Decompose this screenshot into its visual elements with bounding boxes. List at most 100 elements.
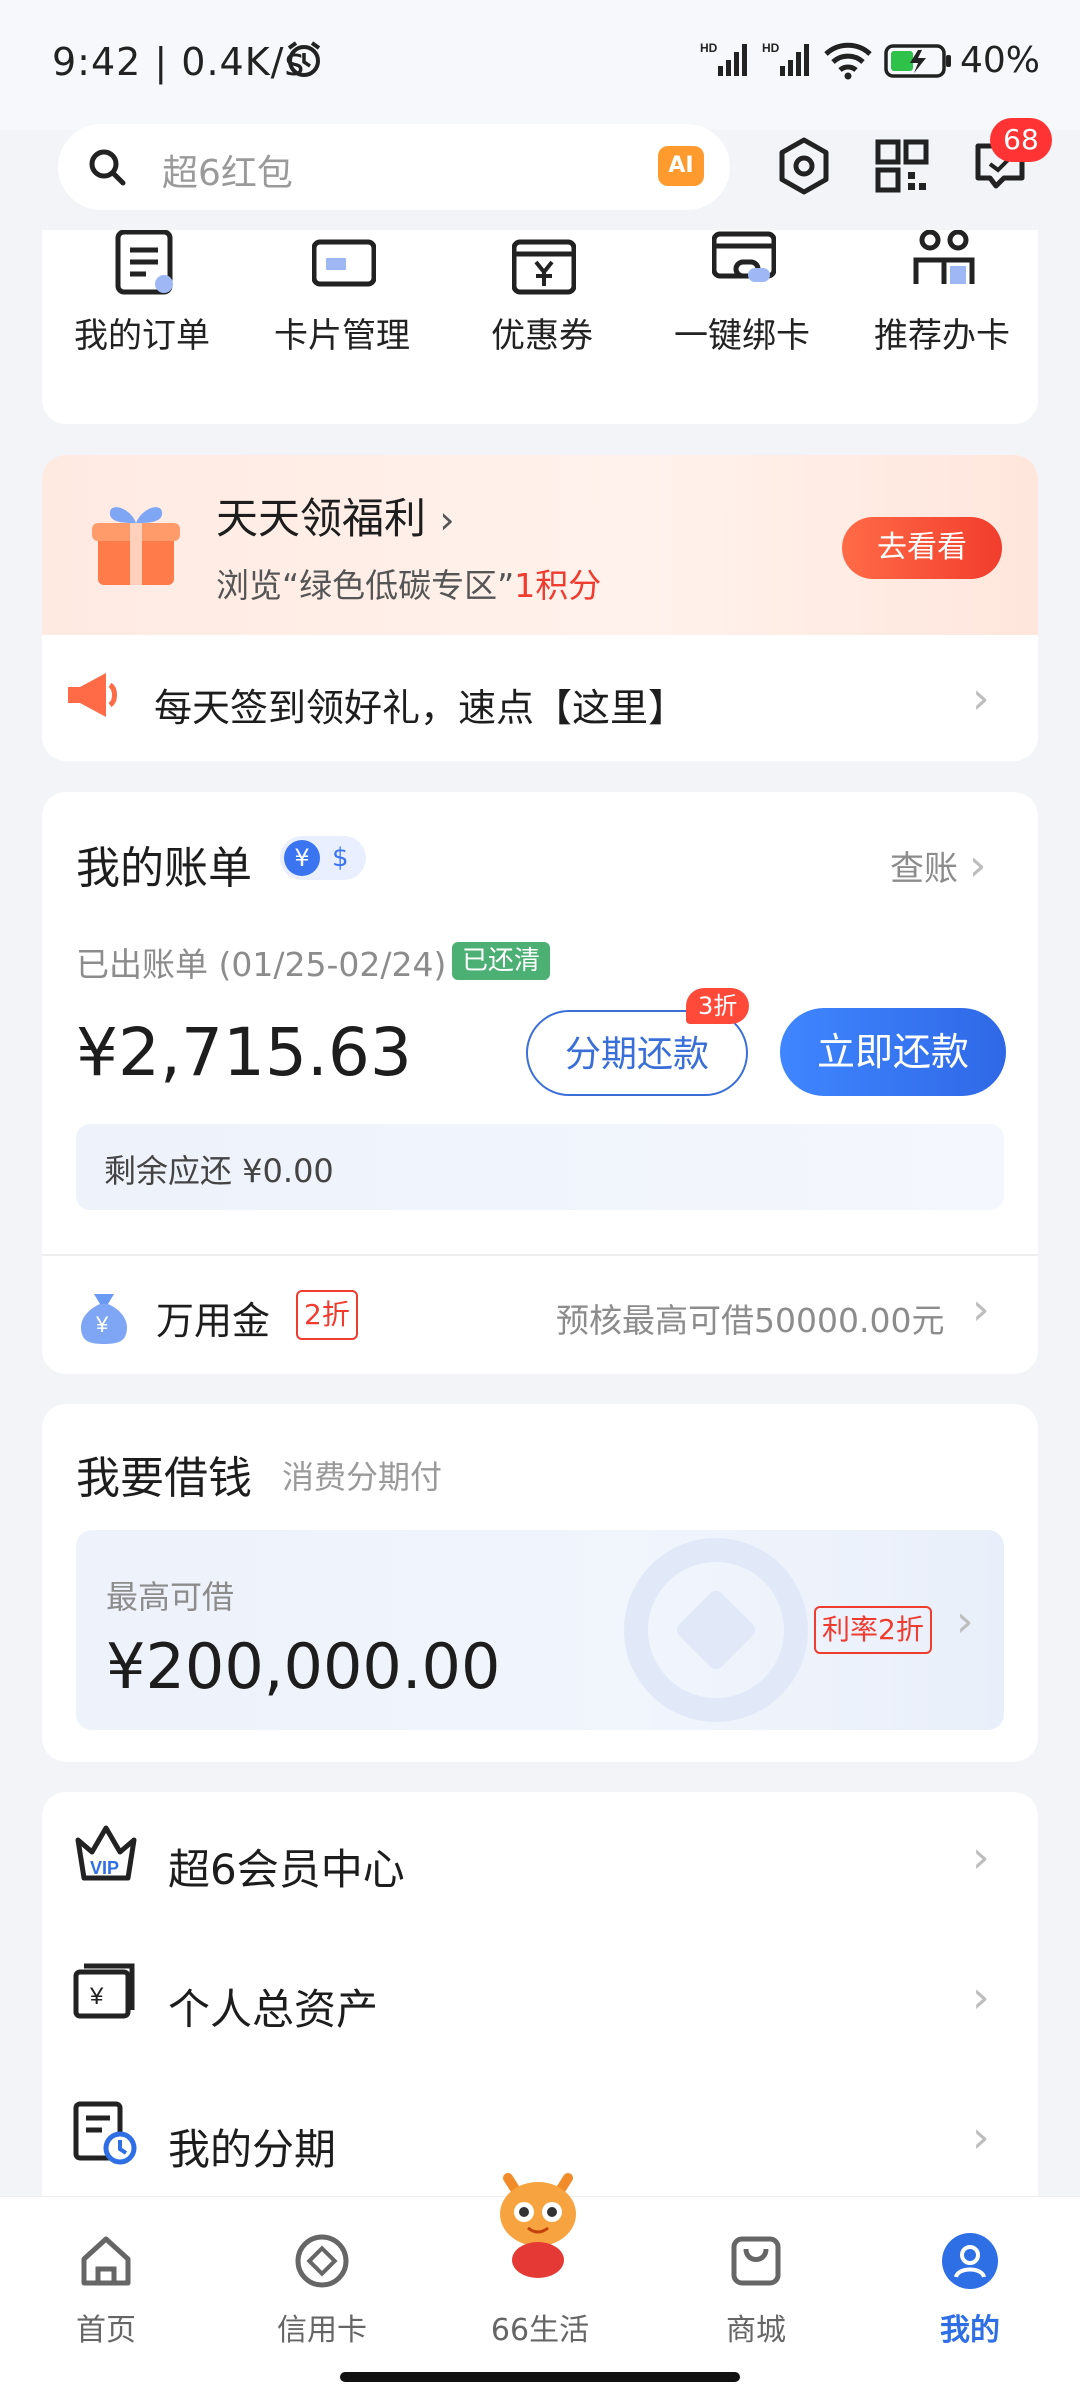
status-time: 9:42 | 0.4K/s	[52, 40, 306, 84]
signal-icon: HD	[700, 41, 747, 76]
battery-icon	[884, 44, 951, 78]
menu-item-vip[interactable]: VIP 超6会员中心 ›	[42, 1792, 1038, 1932]
quick-item-label: 优惠券	[491, 316, 593, 356]
welfare-points: 1积分	[514, 566, 602, 605]
currency-toggle[interactable]: ¥ $	[280, 836, 366, 880]
borrow-subtitle: 消费分期付	[282, 1458, 443, 1496]
chevron-right-icon: ›	[972, 2112, 990, 2163]
status-bar: 9:42 | 0.4K/s HD HD 40%	[0, 0, 1080, 130]
chevron-right-icon[interactable]: ›	[972, 1284, 990, 1335]
home-icon	[81, 2236, 131, 2286]
svg-text:¥: ¥	[89, 1983, 104, 2010]
welfare-subtitle: 浏览“绿色低碳专区”1积分	[216, 559, 601, 607]
tab-credit-card[interactable]: 信用卡	[232, 2231, 412, 2361]
coupon-icon	[512, 239, 576, 295]
menu-item-label: 超6会员中心	[168, 1845, 405, 1894]
rate-discount-tag: 利率2折	[814, 1606, 932, 1654]
discount-badge: 3折	[686, 988, 750, 1024]
chevron-right-icon: ›	[956, 1596, 974, 1647]
svg-text:¥: ¥	[95, 1312, 109, 1337]
quick-item-cards[interactable]: 卡片管理	[242, 230, 442, 380]
welfare-card: 天天领福利 › 浏览“绿色低碳专区”1积分 去看看 每天签到领好礼，速点【这里】…	[42, 455, 1038, 761]
quick-menu-card: 我的订单 卡片管理 优惠券 一键绑卡 推荐办卡	[42, 230, 1038, 610]
menu-item-assets[interactable]: ¥ 个人总资产 ›	[42, 1932, 1038, 2072]
discount-tag: 2折	[296, 1290, 358, 1340]
credit-card-tab-icon	[295, 2234, 349, 2288]
precheck-limit: 预核最高可借50000.00元	[556, 1301, 945, 1340]
alarm-icon	[287, 41, 321, 77]
svg-text:HD: HD	[700, 41, 718, 55]
qr-code-icon[interactable]	[866, 130, 938, 202]
check-bill-link[interactable]: 查账 ›	[890, 840, 986, 891]
settings-icon[interactable]	[768, 130, 840, 202]
bill-title: 我的账单	[76, 843, 252, 894]
divider	[42, 1254, 1038, 1256]
tab-mine[interactable]: 我的	[880, 2231, 1060, 2361]
quick-item-coupons[interactable]: 优惠券	[442, 230, 642, 380]
gift-icon	[92, 507, 180, 585]
currency-rmb: ¥	[284, 840, 320, 876]
quick-item-recommend[interactable]: 推荐办卡	[842, 230, 1042, 380]
chevron-right-icon: ›	[972, 1972, 990, 2023]
chevron-right-icon: ›	[972, 673, 990, 724]
recommend-icon	[913, 230, 975, 284]
chevron-right-icon: ›	[968, 840, 987, 891]
tab-label: 66生活	[490, 2313, 590, 2348]
welfare-title[interactable]: 天天领福利 ›	[216, 485, 455, 546]
bill-period: 已出账单 (01/25-02/24)	[76, 945, 447, 984]
max-borrow-amount: ¥200,000.00	[106, 1630, 501, 1703]
signal-icon-2: HD	[762, 41, 809, 76]
remaining-balance: 剩余应还 ¥0.00	[76, 1124, 1004, 1210]
borrow-card: 我要借钱 消费分期付 最高可借 ¥200,000.00 利率2折 ›	[42, 1404, 1038, 1762]
tab-mall[interactable]: 商城	[666, 2231, 846, 2361]
welfare-subtitle-text: 浏览“绿色低碳专区”	[216, 566, 515, 605]
tab-label: 信用卡	[277, 2313, 367, 2348]
wallet-icon: ¥	[73, 1963, 135, 2019]
card-icon	[312, 239, 376, 287]
tab-home[interactable]: 首页	[16, 2231, 196, 2361]
tab-label: 我的	[940, 2313, 1000, 2348]
quick-item-label: 卡片管理	[274, 316, 410, 356]
borrow-title: 我要借钱	[76, 1453, 252, 1504]
signin-link[interactable]: 每天签到领好礼，速点【这里】	[154, 677, 686, 732]
search-icon	[89, 149, 126, 186]
quick-item-label: 推荐办卡	[874, 316, 1010, 356]
service-menu: VIP 超6会员中心 › ¥ 个人总资产 › 我的分期 ›	[42, 1792, 1038, 2212]
search-bar[interactable]: 超6红包 AI	[58, 124, 730, 210]
order-icon	[115, 230, 173, 295]
tab-label: 商城	[726, 2313, 786, 2348]
check-bill-text: 查账	[890, 849, 958, 889]
chevron-right-icon: ›	[439, 498, 455, 542]
bind-card-icon	[712, 231, 776, 282]
wifi-icon	[824, 42, 872, 80]
quick-item-bind-card[interactable]: 一键绑卡	[642, 230, 842, 380]
profile-icon	[942, 2233, 998, 2289]
battery-percent: 40%	[960, 40, 1041, 81]
loan-limit-box[interactable]: 最高可借 ¥200,000.00 利率2折 ›	[76, 1530, 1004, 1730]
coin-watermark-icon	[624, 1538, 808, 1722]
welfare-title-text: 天天领福利	[216, 494, 427, 543]
currency-usd: $	[332, 843, 349, 873]
bill-card: 我的账单 ¥ $ 查账 › 已出账单 (01/25-02/24) 已还清 ¥2,…	[42, 792, 1038, 1374]
wanyongjin-label[interactable]: 万用金	[156, 1290, 270, 1345]
quick-item-label: 一键绑卡	[674, 316, 810, 356]
money-bag-icon: ¥	[80, 1294, 128, 1344]
home-indicator	[340, 2372, 740, 2382]
tab-label: 首页	[76, 2313, 136, 2348]
message-badge: 68	[990, 118, 1052, 162]
max-borrow-label: 最高可借	[106, 1578, 235, 1616]
vip-crown-icon: VIP	[75, 1825, 137, 1881]
go-see-button[interactable]: 去看看	[842, 517, 1002, 579]
pay-now-button[interactable]: 立即还款	[780, 1008, 1006, 1096]
quick-item-orders[interactable]: 我的订单	[42, 230, 242, 380]
installment-clock-icon	[73, 2101, 137, 2165]
search-placeholder: 超6红包	[162, 153, 293, 194]
paid-status-badge: 已还清	[452, 942, 551, 980]
mascot-icon[interactable]	[486, 2170, 590, 2280]
menu-item-label: 个人总资产	[168, 1985, 379, 2034]
svg-text:VIP: VIP	[90, 1858, 119, 1878]
quick-item-label: 我的订单	[74, 316, 210, 356]
chevron-right-icon: ›	[972, 1832, 990, 1883]
svg-text:HD: HD	[762, 41, 780, 55]
ai-assistant-button[interactable]: AI	[658, 146, 704, 186]
